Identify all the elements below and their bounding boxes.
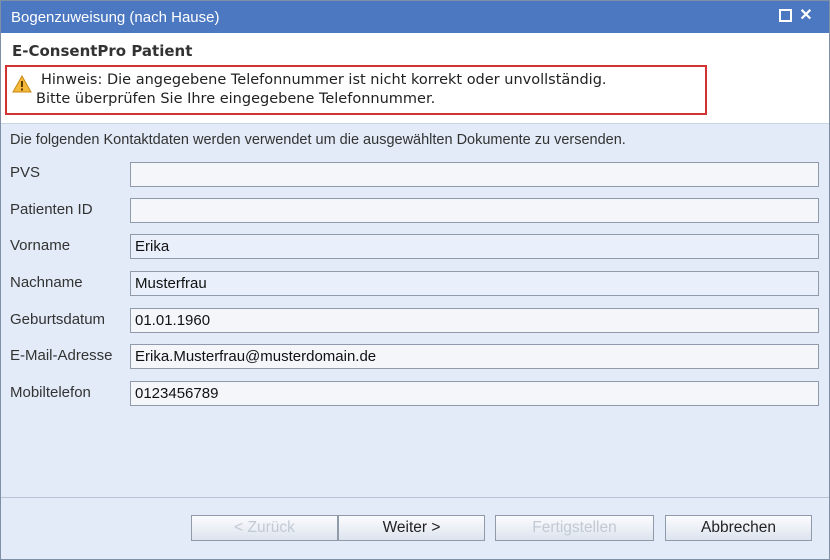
patient-id-label: Patienten ID [10,201,93,218]
finish-button[interactable]: Fertigstellen [495,515,654,541]
footer-divider [1,497,829,498]
app-name: E-ConsentPro Patient [12,42,193,60]
intro-text: Die folgenden Kontaktdaten werden verwen… [10,132,626,148]
hint-box: Hinweis: Die angegebene Telefonnummer is… [5,65,707,115]
title-bar[interactable]: Bogenzuweisung (nach Hause) ✕ [1,1,829,33]
email-label: E-Mail-Adresse [10,347,113,364]
first-name-label: Vorname [10,237,71,254]
cancel-button[interactable]: Abbrechen [665,515,812,541]
mobile-label: Mobiltelefon [10,384,91,401]
pvs-label: PVS [10,164,41,181]
first-name-field[interactable] [130,234,819,259]
dialog-window: Bogenzuweisung (nach Hause) ✕ E-ConsentP… [0,0,830,560]
close-icon[interactable]: ✕ [798,8,814,24]
last-name-label: Nachname [10,274,83,291]
back-button[interactable]: < Zurück [191,515,338,541]
birthdate-field[interactable] [130,308,819,333]
maximize-icon[interactable] [777,8,793,24]
next-button[interactable]: Weiter > [338,515,485,541]
email-field[interactable] [130,344,819,369]
birthdate-label: Geburtsdatum [10,311,106,328]
header-panel: E-ConsentPro Patient Hinweis: Die angege… [1,33,829,124]
window-title: Bogenzuweisung (nach Hause) [11,9,220,26]
warning-icon [12,75,32,93]
hint-text-line1: Hinweis: Die angegebene Telefonnummer is… [41,72,607,88]
pvs-field[interactable] [130,162,819,187]
hint-text-line2: Bitte überprüfen Sie Ihre eingegebene Te… [36,91,436,107]
last-name-field[interactable] [130,271,819,296]
mobile-field[interactable] [130,381,819,406]
patient-id-field[interactable] [130,198,819,223]
